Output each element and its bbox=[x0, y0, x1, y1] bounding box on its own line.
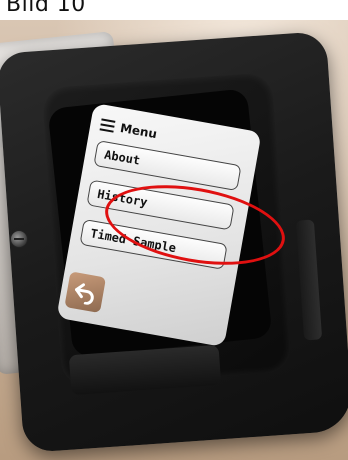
device-photo: Menu About History Timed Sample bbox=[0, 20, 348, 460]
menu-title: Menu bbox=[119, 120, 159, 142]
hamburger-icon[interactable] bbox=[99, 118, 116, 133]
back-arrow-icon bbox=[75, 283, 94, 305]
screw-left bbox=[10, 230, 28, 248]
back-button[interactable] bbox=[64, 271, 107, 314]
figure-caption: Bild 10 bbox=[6, 0, 86, 17]
menu-header[interactable]: Menu bbox=[99, 114, 159, 144]
